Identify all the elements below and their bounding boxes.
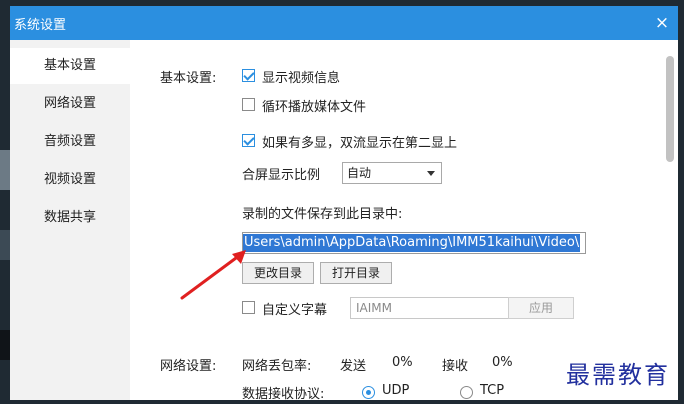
aspect-ratio-select[interactable]: 自动 [342, 162, 442, 184]
chevron-down-icon [427, 171, 435, 176]
sidebar-item-video[interactable]: 视频设置 [10, 162, 130, 198]
settings-dialog: 系统设置 × 基本设置 网络设置 音频设置 视频设置 数据共享 基本设置: 显示… [10, 6, 678, 400]
dual-screen-label: 如果有多显，双流显示在第二显上 [262, 136, 458, 151]
recv-value: 0% [492, 355, 513, 370]
sidebar-item-audio[interactable]: 音频设置 [10, 124, 130, 160]
sidebar-item-data-share[interactable]: 数据共享 [10, 200, 130, 236]
packet-loss-label: 网络丢包率: [242, 359, 312, 374]
loop-media-label: 循环播放媒体文件 [262, 100, 367, 115]
network-section-label: 网络设置: [160, 359, 217, 374]
apply-button[interactable]: 应用 [508, 297, 574, 319]
window-title: 系统设置 [14, 18, 67, 33]
aspect-ratio-label: 合屏显示比例 [242, 168, 321, 183]
background-edge-left [0, 0, 10, 404]
aspect-ratio-value: 自动 [347, 166, 372, 180]
send-label: 发送 [340, 359, 367, 374]
vertical-scrollbar[interactable] [666, 48, 676, 400]
basic-section-label: 基本设置: [160, 71, 217, 86]
watermark-logo: 最需教育 [566, 361, 670, 389]
background-edge-right [678, 0, 684, 404]
dual-screen-checkbox[interactable] [242, 134, 255, 147]
show-video-info-checkbox[interactable] [242, 69, 255, 82]
tcp-radio[interactable] [460, 386, 473, 399]
tcp-label: TCP [480, 383, 505, 398]
record-dir-label: 录制的文件保存到此目录中: [242, 207, 403, 222]
loop-media-checkbox[interactable] [242, 98, 255, 111]
custom-subtitle-label: 自定义字幕 [262, 303, 328, 318]
settings-sidebar: 基本设置 网络设置 音频设置 视频设置 数据共享 [10, 40, 130, 400]
change-dir-button[interactable]: 更改目录 [242, 262, 314, 284]
record-dir-field[interactable]: Users\admin\AppData\Roaming\IMM51kaihui\… [242, 232, 586, 254]
send-value: 0% [392, 355, 413, 370]
sidebar-item-basic[interactable]: 基本设置 [10, 48, 130, 84]
subtitle-input[interactable] [350, 297, 510, 319]
open-dir-button[interactable]: 打开目录 [320, 262, 392, 284]
record-dir-path: Users\admin\AppData\Roaming\IMM51kaihui\… [243, 234, 581, 252]
settings-content: 基本设置: 显示视频信息 循环播放媒体文件 如果有多显，双流显示在第二显上 合屏… [130, 40, 678, 400]
close-icon[interactable]: × [652, 13, 672, 33]
udp-radio[interactable] [362, 386, 375, 399]
sidebar-item-network[interactable]: 网络设置 [10, 86, 130, 122]
protocol-label: 数据接收协议: [242, 387, 325, 400]
custom-subtitle-checkbox[interactable] [242, 301, 255, 314]
background-edge-bottom [0, 400, 684, 404]
udp-label: UDP [382, 383, 410, 398]
show-video-info-label: 显示视频信息 [262, 71, 341, 86]
scrollbar-thumb[interactable] [666, 56, 674, 162]
title-bar[interactable]: 系统设置 × [10, 6, 678, 40]
recv-label: 接收 [442, 359, 469, 374]
